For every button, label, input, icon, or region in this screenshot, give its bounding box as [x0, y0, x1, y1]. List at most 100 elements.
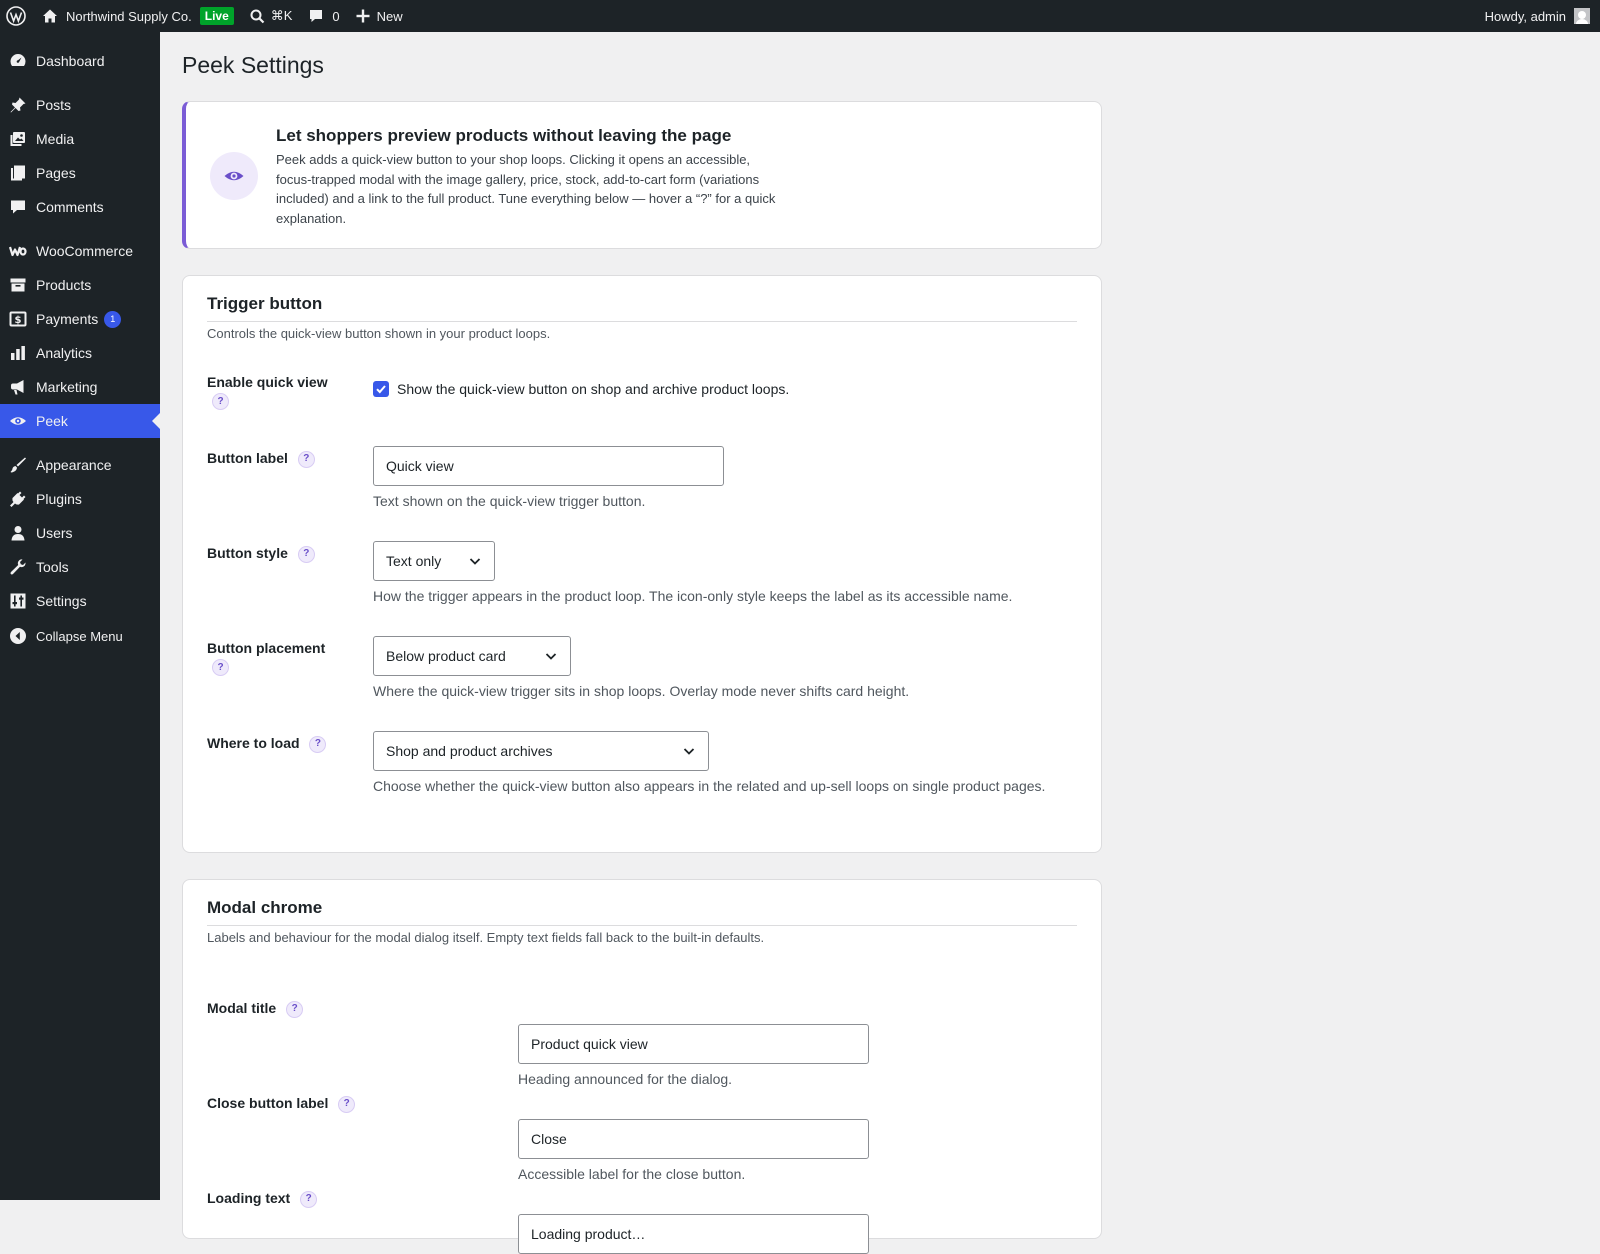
sidebar-item-label: WooCommerce	[36, 243, 133, 259]
sidebar-item-dashboard[interactable]: Dashboard	[0, 44, 160, 78]
field-label: Loading text	[207, 1190, 291, 1206]
close-button-label-label: Close button label ?	[207, 1093, 507, 1113]
sidebar-item-marketing[interactable]: Marketing	[0, 370, 160, 404]
sidebar-item-label: Marketing	[36, 379, 98, 395]
input-value: Loading product…	[531, 1226, 646, 1242]
avatar	[1574, 8, 1590, 24]
help-icon[interactable]: ?	[297, 545, 315, 563]
field-label: Where to load	[207, 735, 300, 751]
sidebar-item-label: Pages	[36, 165, 76, 181]
checkmark-icon	[376, 385, 386, 394]
sidebar-item-payments[interactable]: $ Payments 1	[0, 302, 160, 336]
help-icon[interactable]: ?	[297, 450, 315, 468]
input-value: Product quick view	[531, 1036, 648, 1052]
sidebar-item-analytics[interactable]: Analytics	[0, 336, 160, 370]
sidebar-item-label: Users	[36, 525, 73, 541]
sidebar-item-tools[interactable]: Tools	[0, 550, 160, 584]
archive-icon	[0, 276, 36, 294]
field-label: Close button label	[207, 1095, 329, 1111]
payments-count-badge: 1	[104, 310, 122, 328]
sidebar-item-label: Appearance	[36, 457, 112, 473]
sidebar-item-label: Peek	[36, 413, 68, 429]
sidebar-item-users[interactable]: Users	[0, 516, 160, 550]
home-icon	[42, 8, 58, 24]
section-title: Modal chrome	[207, 898, 323, 917]
help-icon[interactable]: ?	[212, 659, 229, 676]
wrench-icon	[0, 558, 36, 576]
enable-quick-view-label: Enable quick view ?	[207, 372, 347, 410]
sidebar-item-settings[interactable]: Settings	[0, 584, 160, 618]
enable-quick-view-checkbox[interactable]	[373, 381, 389, 397]
where-to-load-select[interactable]: Shop and product archives	[373, 731, 709, 771]
admin-sidebar: Dashboard Posts Media Pages Comments Woo…	[0, 32, 160, 1200]
button-placement-label: Button placement ?	[207, 638, 347, 676]
comment-bubble-icon	[308, 8, 324, 24]
button-placement-select[interactable]: Below product card	[373, 636, 571, 676]
modal-title-hint: Heading announced for the dialog.	[518, 1071, 733, 1087]
where-to-load-label: Where to load ?	[207, 733, 377, 753]
modal-chrome-section: Modal chrome Labels and behaviour for th…	[182, 879, 1102, 1254]
sidebar-item-label: Settings	[36, 593, 87, 609]
collapse-menu-label: Collapse Menu	[36, 628, 123, 644]
user-icon	[0, 524, 36, 542]
eye-icon	[0, 412, 36, 430]
comments-link[interactable]: 0	[300, 0, 347, 32]
sidebar-item-comments[interactable]: Comments	[0, 190, 160, 224]
field-label: Enable quick view	[207, 374, 328, 390]
admin-bar: Northwind Supply Co. Live ⌘K 0 New Howdy…	[0, 0, 1600, 32]
page-title: Peek Settings	[182, 52, 324, 78]
section-divider	[207, 321, 1077, 322]
help-icon[interactable]: ?	[212, 393, 229, 410]
account-menu[interactable]: Howdy, admin	[1477, 0, 1600, 32]
button-label-input[interactable]: Quick view	[373, 446, 724, 486]
wordpress-logo-icon[interactable]	[0, 0, 34, 32]
dashboard-icon	[0, 52, 36, 70]
help-icon[interactable]: ?	[338, 1095, 356, 1113]
megaphone-icon	[0, 378, 36, 396]
checkbox-label[interactable]: Show the quick-view button on shop and a…	[397, 381, 789, 397]
new-content-button[interactable]: New	[348, 0, 411, 32]
comment-icon	[0, 198, 36, 216]
section-description: Controls the quick-view button shown in …	[207, 326, 551, 341]
sidebar-item-label: Media	[36, 131, 75, 147]
bar-chart-icon	[0, 344, 36, 362]
sidebar-item-pages[interactable]: Pages	[0, 156, 160, 190]
modal-title-input[interactable]: Product quick view	[518, 1024, 869, 1064]
intro-description: Peek adds a quick-view button to your sh…	[276, 152, 776, 226]
chevron-down-icon	[683, 748, 695, 755]
button-label-label: Button label ?	[207, 448, 377, 468]
input-value: Close	[531, 1131, 567, 1147]
trigger-button-section: Trigger button Controls the quick-view b…	[182, 275, 1102, 853]
sidebar-item-woocommerce[interactable]: WooCommerce	[0, 234, 160, 268]
plug-icon	[0, 490, 36, 508]
sidebar-item-label: Posts	[36, 97, 72, 113]
intro-title: Let shoppers preview products without le…	[276, 126, 732, 145]
site-name-link[interactable]: Northwind Supply Co. Live	[34, 0, 242, 32]
sidebar-item-label: Plugins	[36, 491, 82, 507]
help-icon[interactable]: ?	[309, 735, 327, 753]
sidebar-item-products[interactable]: Products	[0, 268, 160, 302]
chevron-down-icon	[469, 558, 481, 565]
sidebar-item-peek[interactable]: Peek	[0, 404, 160, 438]
help-icon[interactable]: ?	[286, 1000, 304, 1018]
sidebar-item-appearance[interactable]: Appearance	[0, 448, 160, 482]
chevron-down-icon	[545, 653, 557, 660]
sidebar-item-plugins[interactable]: Plugins	[0, 482, 160, 516]
where-to-load-hint: Choose whether the quick-view button als…	[373, 778, 1046, 794]
field-label: Button style	[207, 545, 288, 561]
sidebar-item-label: Products	[36, 277, 92, 293]
sidebar-item-label: Dashboard	[36, 53, 105, 69]
select-value: Shop and product archives	[386, 743, 553, 759]
intro-card: Let shoppers preview products without le…	[182, 101, 1102, 249]
loading-text-input[interactable]: Loading product…	[518, 1214, 869, 1254]
help-icon[interactable]: ?	[300, 1190, 318, 1208]
sidebar-item-media[interactable]: Media	[0, 122, 160, 156]
collapse-menu-button[interactable]: Collapse Menu	[0, 624, 160, 648]
command-search-button[interactable]: ⌘K	[242, 0, 301, 32]
sidebar-item-label: Comments	[36, 199, 104, 215]
sidebar-item-posts[interactable]: Posts	[0, 88, 160, 122]
modal-title-label: Modal title ?	[207, 998, 507, 1018]
new-label: New	[376, 8, 403, 24]
close-button-label-input[interactable]: Close	[518, 1119, 869, 1159]
button-style-select[interactable]: Text only	[373, 541, 495, 581]
